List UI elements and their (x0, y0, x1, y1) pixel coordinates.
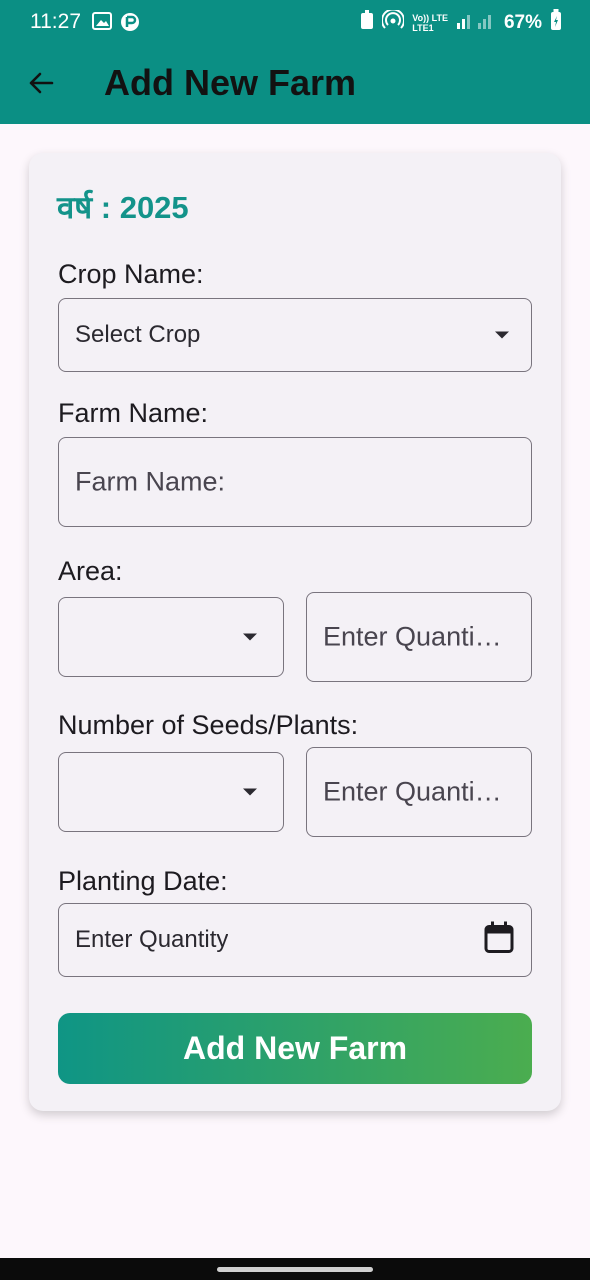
home-gesture-handle[interactable] (217, 1267, 373, 1272)
crop-name-label: Crop Name: (58, 259, 204, 289)
crop-select-value: Select Crop (75, 321, 201, 348)
battery-icon (550, 9, 562, 37)
farm-name-placeholder: Farm Name: (75, 466, 226, 497)
status-time: 11:27 (30, 10, 81, 33)
app-notification-icon (120, 12, 140, 37)
dropdown-arrow-icon (243, 633, 257, 641)
system-navigation-bar (0, 1258, 590, 1280)
planting-date-input[interactable]: Enter Quantity (58, 903, 532, 977)
add-new-farm-button[interactable]: Add New Farm (58, 1013, 532, 1084)
planting-date-label: Planting Date: (58, 866, 228, 896)
planting-date-value: Enter Quantity (75, 926, 229, 953)
hotspot-icon (381, 8, 406, 36)
year-label: वर्ष : 2025 (57, 190, 189, 225)
area-quantity-input[interactable]: Enter Quanti… (306, 592, 532, 682)
seeds-unit-select[interactable] (58, 752, 284, 832)
status-left-icons (92, 12, 140, 37)
calendar-icon[interactable] (483, 921, 515, 960)
volte-icon: Vo)) LTE LTE1 (412, 13, 448, 33)
dropdown-arrow-icon (243, 788, 257, 796)
farm-name-label: Farm Name: (58, 398, 209, 428)
status-bar: 11:27 Vo)) LTE LTE1 67% (0, 0, 590, 46)
battery-percent: 67% (503, 12, 542, 33)
seeds-quantity-placeholder: Enter Quanti… (323, 776, 502, 807)
farm-name-input[interactable]: Farm Name: (58, 437, 532, 527)
page-title: Add New Farm (104, 62, 357, 103)
crop-select[interactable]: Select Crop (58, 298, 532, 372)
status-right-icons: Vo)) LTE LTE1 67% (360, 8, 562, 37)
dropdown-arrow-icon (495, 331, 509, 339)
seeds-label: Number of Seeds/Plants: (58, 710, 359, 740)
add-farm-form-card: वर्ष : 2025 Crop Name: Select Crop Farm … (29, 153, 561, 1111)
seeds-quantity-input[interactable]: Enter Quanti… (306, 747, 532, 837)
back-button[interactable] (24, 68, 58, 102)
area-label: Area: (58, 556, 123, 586)
area-quantity-placeholder: Enter Quanti… (323, 621, 502, 652)
battery-saver-icon (360, 10, 374, 36)
app-bar: Add New Farm (0, 46, 590, 124)
signal-icon (456, 11, 496, 35)
arrow-left-icon (28, 71, 54, 100)
area-unit-select[interactable] (58, 597, 284, 677)
gallery-icon (92, 12, 112, 37)
